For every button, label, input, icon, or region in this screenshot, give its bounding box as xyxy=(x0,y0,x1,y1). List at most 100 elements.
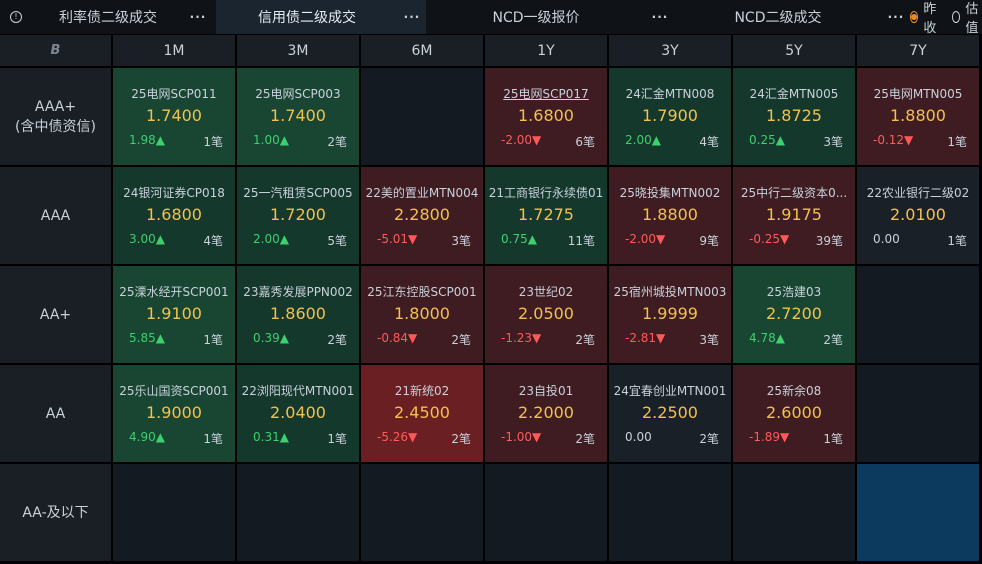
column-header-1m: 1M xyxy=(113,35,237,68)
bond-yield: 1.9000 xyxy=(146,403,202,422)
bond-change: -2.81▼ xyxy=(625,331,666,345)
bond-cell[interactable]: 25晓投集MTN002 1.8800 -2.00▼ 9笔 xyxy=(609,167,733,266)
empty-cell xyxy=(361,68,485,167)
bond-cell[interactable]: 25宿州城投MTN003 1.9999 -2.81▼ 3笔 xyxy=(609,266,733,365)
bond-cell[interactable]: 22浏阳现代MTN001 2.0400 0.31▲ 1笔 xyxy=(237,365,361,464)
bond-name[interactable]: 25溧水经开SCP001 xyxy=(113,283,235,300)
bond-name[interactable]: 25电网SCP017 xyxy=(485,85,607,102)
bond-cell[interactable]: 24银河证券CP018 1.6800 3.00▲ 4笔 xyxy=(113,167,237,266)
bond-yield: 1.6800 xyxy=(518,106,574,125)
bond-yield: 1.7400 xyxy=(270,106,326,125)
info-icon[interactable]: ! xyxy=(0,0,32,34)
radio-label: 估值 xyxy=(965,2,979,36)
trade-count: 2笔 xyxy=(451,432,471,446)
row-label: AAA+ xyxy=(34,98,77,115)
bond-name[interactable]: 22农业银行二级02 xyxy=(857,184,979,201)
bond-name[interactable]: 25电网MTN005 xyxy=(857,85,979,102)
bond-yield: 2.0100 xyxy=(890,205,946,224)
bond-cell[interactable]: 24汇金MTN005 1.8725 0.25▲ 3笔 xyxy=(733,68,857,167)
bond-cell[interactable]: 25一汽租赁SCP005 1.7200 2.00▲ 5笔 xyxy=(237,167,361,266)
bond-yield: 1.9999 xyxy=(642,304,698,323)
more-icon[interactable]: ··· xyxy=(398,10,426,24)
trade-count: 1笔 xyxy=(947,135,967,149)
trade-count: 1笔 xyxy=(823,432,843,446)
radio-dot-icon xyxy=(951,11,961,23)
row-sublabel: (含中债资信) xyxy=(15,118,96,135)
radio-dot-icon xyxy=(909,11,919,23)
bond-cell[interactable]: 25电网MTN005 1.8800 -0.12▼ 1笔 xyxy=(857,68,981,167)
bond-cell[interactable]: 25电网SCP017 1.6800 -2.00▼ 6笔 xyxy=(485,68,609,167)
bond-cell[interactable]: 23自投01 2.2000 -1.00▼ 2笔 xyxy=(485,365,609,464)
tab-ncd-secondary[interactable]: NCD二级成交 ··· xyxy=(674,0,910,34)
bond-change: -5.01▼ xyxy=(377,232,418,246)
bond-cell[interactable]: 25中行二级资本0... 1.9175 -0.25▼ 39笔 xyxy=(733,167,857,266)
bond-name[interactable]: 22浏阳现代MTN001 xyxy=(237,382,359,399)
bond-name[interactable]: 23世纪02 xyxy=(485,283,607,300)
bond-name[interactable]: 25浩建03 xyxy=(733,283,855,300)
row-label: AA xyxy=(45,405,66,422)
bond-cell[interactable]: 24宜春创业MTN001 2.2500 0.00 2笔 xyxy=(609,365,733,464)
radio-prev-close[interactable]: 昨收 xyxy=(909,0,940,36)
bond-change: -1.89▼ xyxy=(749,430,790,444)
trade-count: 3笔 xyxy=(699,333,719,347)
bond-cell[interactable]: 25电网SCP011 1.7400 1.98▲ 1笔 xyxy=(113,68,237,167)
bond-yield: 1.6800 xyxy=(146,205,202,224)
bond-name[interactable]: 25新余08 xyxy=(733,382,855,399)
bond-name[interactable]: 25电网SCP003 xyxy=(237,85,359,102)
tab-label: NCD一级报价 xyxy=(492,10,580,26)
bond-yield: 1.7200 xyxy=(270,205,326,224)
more-icon[interactable]: ··· xyxy=(882,10,910,24)
bond-cell[interactable]: 25浩建03 2.7200 4.78▲ 2笔 xyxy=(733,266,857,365)
bond-name[interactable]: 21工商银行永续债01 xyxy=(485,184,607,201)
bond-cell[interactable]: 25江东控股SCP001 1.8000 -0.84▼ 2笔 xyxy=(361,266,485,365)
bond-name[interactable]: 23嘉秀发展PPN002 xyxy=(237,283,359,300)
bond-name[interactable]: 23自投01 xyxy=(485,382,607,399)
bond-name[interactable]: 24银河证券CP018 xyxy=(113,184,235,201)
bond-name[interactable]: 25一汽租赁SCP005 xyxy=(237,184,359,201)
bond-change: 5.85▲ xyxy=(129,331,165,345)
bond-cell[interactable]: 22美的置业MTN004 2.2800 -5.01▼ 3笔 xyxy=(361,167,485,266)
column-header-3m: 3M xyxy=(237,35,361,68)
bond-cell[interactable]: 25乐山国资SCP001 1.9000 4.90▲ 1笔 xyxy=(113,365,237,464)
bond-name[interactable]: 25宿州城投MTN003 xyxy=(609,283,731,300)
bond-yield: 1.7275 xyxy=(518,205,574,224)
bond-cell[interactable]: 24汇金MTN008 1.7900 2.00▲ 4笔 xyxy=(609,68,733,167)
bond-name[interactable]: 22美的置业MTN004 xyxy=(361,184,483,201)
bond-cell[interactable]: 25电网SCP003 1.7400 1.00▲ 2笔 xyxy=(237,68,361,167)
radio-valuation[interactable]: 估值 xyxy=(951,0,982,36)
column-header-3y: 3Y xyxy=(609,35,733,68)
more-icon[interactable]: ··· xyxy=(646,10,674,24)
bond-name[interactable]: 25江东控股SCP001 xyxy=(361,283,483,300)
row-header-rating: AA-及以下 xyxy=(0,464,113,563)
more-icon[interactable]: ··· xyxy=(184,10,212,24)
bond-name[interactable]: 24汇金MTN008 xyxy=(609,85,731,102)
trade-count: 39笔 xyxy=(815,234,843,248)
bond-name[interactable]: 25乐山国资SCP001 xyxy=(113,382,235,399)
empty-cell xyxy=(237,464,361,563)
bond-name[interactable]: 25晓投集MTN002 xyxy=(609,184,731,201)
bond-name[interactable]: 21新统02 xyxy=(361,382,483,399)
bond-cell[interactable]: 25溧水经开SCP001 1.9100 5.85▲ 1笔 xyxy=(113,266,237,365)
bond-cell[interactable]: 23嘉秀发展PPN002 1.8600 0.39▲ 2笔 xyxy=(237,266,361,365)
bond-cell[interactable]: 23世纪02 2.0500 -1.23▼ 2笔 xyxy=(485,266,609,365)
bond-cell[interactable]: 21新统02 2.4500 -5.26▼ 2笔 xyxy=(361,365,485,464)
bond-change: 3.00▲ xyxy=(129,232,165,246)
bond-name[interactable]: 25电网SCP011 xyxy=(113,85,235,102)
bond-name[interactable]: 25中行二级资本0... xyxy=(733,184,855,201)
bond-name[interactable]: 24宜春创业MTN001 xyxy=(609,382,731,399)
bond-yield: 2.0400 xyxy=(270,403,326,422)
column-header-6m: 6M xyxy=(361,35,485,68)
credit-rating-tenor-matrix: B 1M 3M 6M 1Y 3Y 5Y 7Y AAA+ (含中债资信) 25电网SCP011 1.74… xyxy=(0,35,982,564)
tab-ncd-primary[interactable]: NCD一级报价 ··· xyxy=(426,0,674,34)
bond-change: 1.98▲ xyxy=(129,133,165,147)
trade-count: 2笔 xyxy=(327,135,347,149)
bond-cell[interactable]: 22农业银行二级02 2.0100 0.00 1笔 xyxy=(857,167,981,266)
bond-cell[interactable]: 21工商银行永续债01 1.7275 0.75▲ 11笔 xyxy=(485,167,609,266)
empty-cell xyxy=(485,464,609,563)
bond-name[interactable]: 24汇金MTN005 xyxy=(733,85,855,102)
bond-cell[interactable]: 25新余08 2.6000 -1.89▼ 1笔 xyxy=(733,365,857,464)
row-label: AA-及以下 xyxy=(22,504,89,521)
bond-yield: 2.0500 xyxy=(518,304,574,323)
tab-rate-bond-secondary[interactable]: 利率债二级成交 ··· xyxy=(32,0,212,34)
tab-credit-bond-secondary[interactable]: 信用债二级成交 ··· xyxy=(216,0,426,34)
